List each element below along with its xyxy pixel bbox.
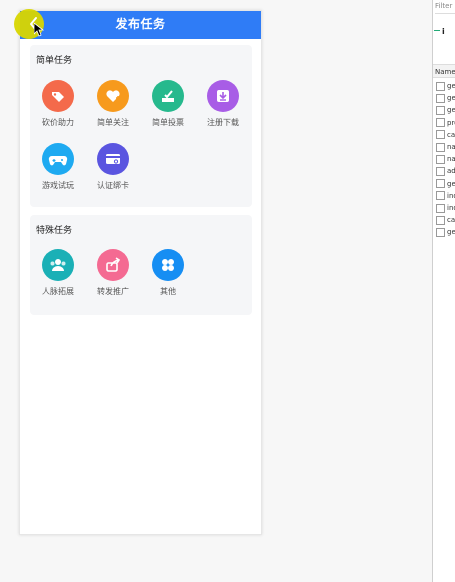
- checkbox[interactable]: [436, 166, 445, 176]
- vote-icon: [152, 80, 184, 112]
- task-tile-other[interactable]: 其他: [141, 249, 195, 297]
- share-icon: [97, 249, 129, 281]
- checkbox[interactable]: [436, 130, 445, 140]
- tile-label: 其他: [160, 287, 176, 296]
- heart-plus-icon: [97, 80, 129, 112]
- top-bar: 发布任务: [14, 9, 261, 39]
- grid-icon: [152, 249, 184, 281]
- task-tile-bargain[interactable]: 砍价助力: [31, 80, 85, 128]
- checkbox[interactable]: [436, 227, 445, 237]
- checkbox[interactable]: [436, 142, 445, 152]
- checkbox[interactable]: [436, 154, 445, 164]
- file-name: ge: [447, 179, 455, 188]
- file-name: ind: [447, 191, 455, 200]
- file-name: ge: [447, 94, 455, 103]
- file-list-item[interactable]: ge: [436, 179, 455, 190]
- checkbox[interactable]: [436, 81, 445, 91]
- checkbox[interactable]: [436, 105, 445, 115]
- file-name: adj: [447, 167, 455, 176]
- checkbox[interactable]: [436, 203, 445, 213]
- file-list-item[interactable]: nav: [436, 154, 455, 165]
- section-title: 简单任务: [36, 56, 73, 66]
- gamepad-icon: [42, 143, 74, 175]
- devtools-panel: Filter i Name ge ge ge pro cat nav nav adj ge ind…: [432, 0, 455, 582]
- name-column-header[interactable]: Name: [433, 64, 455, 78]
- file-name: nav: [447, 143, 455, 151]
- task-tile-network[interactable]: 人脉拓展: [31, 249, 85, 297]
- file-list-item[interactable]: ge: [436, 227, 455, 238]
- checkbox[interactable]: [436, 215, 445, 225]
- file-name: nav: [447, 155, 455, 164]
- tile-label: 游戏试玩: [42, 181, 74, 190]
- file-list-item[interactable]: ind: [436, 203, 455, 214]
- section-simple-tasks: 简单任务 砍价助力 简单关注 简单投票 注册下载 游戏试玩 认证绑卡: [30, 45, 252, 207]
- task-tile-vote[interactable]: 简单投票: [141, 80, 195, 128]
- card-link-icon: [97, 143, 129, 175]
- file-list-item[interactable]: nav: [436, 142, 455, 153]
- file-name: ge: [447, 82, 455, 90]
- info-icon: i: [442, 27, 445, 36]
- file-list-item[interactable]: cat: [436, 130, 455, 141]
- tile-label: 人脉拓展: [42, 287, 74, 296]
- section-title: 特殊任务: [36, 226, 73, 236]
- file-list-item[interactable]: ind: [436, 191, 455, 202]
- checkbox[interactable]: [436, 179, 445, 189]
- file-name: ge: [447, 228, 455, 237]
- chevron-left-icon: [30, 17, 37, 31]
- tile-label: 砍价助力: [42, 118, 74, 127]
- file-list-item[interactable]: ge: [436, 105, 455, 116]
- checkbox[interactable]: [436, 118, 445, 128]
- download-icon: [207, 80, 239, 112]
- file-name: pro: [447, 118, 455, 127]
- tile-label: 认证绑卡: [97, 181, 129, 190]
- section-special-tasks: 特殊任务 人脉拓展 转发推广 其他: [30, 215, 252, 315]
- tile-label: 简单投票: [152, 118, 184, 127]
- coupon-icon: [42, 80, 74, 112]
- task-tile-follow[interactable]: 简单关注: [86, 80, 140, 128]
- checkbox[interactable]: [436, 93, 445, 103]
- phone-frame: 发布任务 简单任务 砍价助力 简单关注 简单投票 注册下载 游戏试玩 认证绑卡 …: [14, 9, 262, 535]
- tile-label: 注册下载: [207, 118, 239, 127]
- task-tile-bind-card[interactable]: 认证绑卡: [86, 143, 140, 191]
- file-name: ge: [447, 106, 455, 115]
- people-icon: [42, 249, 74, 281]
- task-tile-share[interactable]: 转发推广: [86, 249, 140, 297]
- file-list-item[interactable]: ge: [436, 93, 455, 104]
- file-list-item[interactable]: cat: [436, 215, 455, 226]
- page-title: 发布任务: [115, 17, 166, 31]
- task-tile-register[interactable]: 注册下载: [196, 80, 250, 128]
- file-list-item[interactable]: pro: [436, 118, 455, 129]
- task-tile-game[interactable]: 游戏试玩: [31, 143, 85, 191]
- tile-label: 转发推广: [97, 287, 129, 296]
- file-list-item[interactable]: ge: [436, 81, 455, 92]
- file-list-item[interactable]: adj: [436, 166, 455, 177]
- file-name: cat: [447, 216, 455, 225]
- filter-input[interactable]: Filter: [435, 2, 455, 14]
- back-button[interactable]: [24, 14, 44, 34]
- divider: [434, 30, 440, 31]
- file-name: ind: [447, 204, 455, 212]
- file-name: cat: [447, 130, 455, 139]
- checkbox[interactable]: [436, 191, 445, 201]
- tile-label: 简单关注: [97, 118, 129, 127]
